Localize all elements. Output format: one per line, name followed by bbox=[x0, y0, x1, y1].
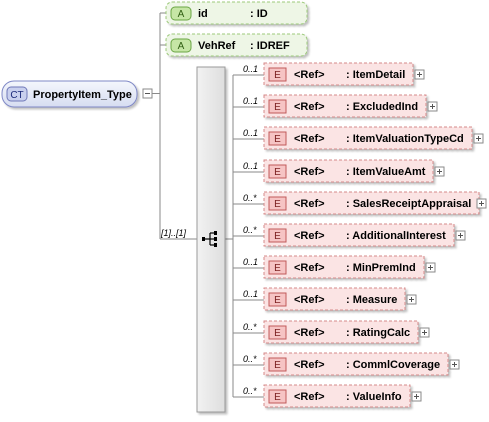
element-badge-label: E bbox=[274, 70, 281, 81]
element-badge-label: E bbox=[274, 231, 281, 242]
element-cardinality: 0..* bbox=[243, 193, 257, 203]
attribute-badge-label: A bbox=[178, 9, 185, 20]
attribute-id[interactable]: Aid : ID bbox=[160, 1, 308, 25]
element-ref: <Ref> bbox=[294, 230, 325, 242]
expand-toggle[interactable] bbox=[476, 198, 487, 209]
expand-toggle[interactable] bbox=[455, 230, 466, 241]
attribute-vehref[interactable]: A VehRef : IDREF bbox=[160, 33, 308, 57]
element-list: 0..1 E <Ref> : ItemDetail 0..1 E <Ref> : Exclud… bbox=[233, 62, 487, 408]
element-ref: <Ref> bbox=[294, 391, 325, 403]
expand-toggle[interactable] bbox=[449, 359, 460, 370]
element-cardinality: 0..1 bbox=[243, 161, 258, 171]
element-cardinality: 0..1 bbox=[243, 128, 258, 138]
element-name: : MinPremInd bbox=[346, 262, 416, 274]
element-badge-label: E bbox=[274, 360, 281, 371]
schema-diagram-canvas: CT PropertyItem_Type Aid : ID A VehRef : IDR… bbox=[0, 0, 489, 417]
element-name: : ItemValuationTypeCd bbox=[346, 133, 464, 145]
element-cardinality: 0..* bbox=[243, 354, 257, 364]
element-ref: <Ref> bbox=[294, 198, 325, 210]
element-ref: <Ref> bbox=[294, 166, 325, 178]
schema-diagram: CT PropertyItem_Type Aid : ID A VehRef : IDR… bbox=[1, 1, 487, 413]
expand-toggle[interactable] bbox=[419, 327, 430, 338]
element-name: : ItemDetail bbox=[346, 69, 405, 81]
element-minpremind[interactable]: 0..1 E <Ref> : MinPremInd bbox=[233, 255, 436, 279]
expand-toggle[interactable] bbox=[425, 262, 436, 273]
element-badge-label: E bbox=[274, 392, 281, 403]
expand-toggle[interactable] bbox=[406, 294, 417, 305]
sequence-cardinality: [1]..[1] bbox=[160, 228, 187, 238]
element-salesreceiptappraisal[interactable]: 0..* E <Ref> : SalesReceiptAppraisal bbox=[233, 191, 487, 215]
element-cardinality: 0..1 bbox=[243, 96, 258, 106]
element-cardinality: 0..1 bbox=[243, 257, 258, 267]
element-name: : SalesReceiptAppraisal bbox=[346, 198, 471, 210]
attribute-name: VehRef bbox=[198, 40, 236, 52]
element-ref: <Ref> bbox=[294, 327, 325, 339]
element-name: : AdditionalInterest bbox=[346, 230, 446, 242]
expand-toggle[interactable] bbox=[411, 391, 422, 402]
element-name: : ItemValueAmt bbox=[346, 166, 426, 178]
element-badge-label: E bbox=[274, 263, 281, 274]
element-commlcoverage[interactable]: 0..* E <Ref> : CommlCoverage bbox=[233, 352, 460, 376]
root-collapse-toggle[interactable] bbox=[142, 88, 153, 99]
element-ref: <Ref> bbox=[294, 359, 325, 371]
element-badge-label: E bbox=[274, 328, 281, 339]
element-itemvaluationtypecd[interactable]: 0..1 E <Ref> : ItemValuationTypeCd bbox=[233, 126, 484, 150]
element-badge-label: E bbox=[274, 167, 281, 178]
ct-badge-label: CT bbox=[10, 90, 23, 101]
element-itemdetail[interactable]: 0..1 E <Ref> : ItemDetail bbox=[233, 62, 425, 86]
expand-toggle[interactable] bbox=[434, 166, 445, 177]
element-ref: <Ref> bbox=[294, 69, 325, 81]
element-cardinality: 0..* bbox=[243, 225, 257, 235]
element-valueinfo[interactable]: 0..* E <Ref> : ValueInfo bbox=[233, 384, 422, 408]
attribute-type: : IDREF bbox=[250, 40, 290, 52]
attribute-badge-label: A bbox=[178, 41, 185, 52]
element-name: : ExcludedInd bbox=[346, 101, 418, 113]
element-badge-label: E bbox=[274, 295, 281, 306]
attribute-name: id bbox=[198, 8, 208, 20]
element-cardinality: 0..1 bbox=[243, 64, 258, 74]
element-badge-label: E bbox=[274, 199, 281, 210]
element-badge-label: E bbox=[274, 134, 281, 145]
element-name: : ValueInfo bbox=[346, 391, 402, 403]
expand-toggle[interactable] bbox=[427, 101, 438, 112]
element-badge-label: E bbox=[274, 102, 281, 113]
element-cardinality: 0..1 bbox=[243, 289, 258, 299]
element-name: : CommlCoverage bbox=[346, 359, 440, 371]
element-ref: <Ref> bbox=[294, 101, 325, 113]
element-ratingcalc[interactable]: 0..* E <Ref> : RatingCalc bbox=[233, 320, 430, 344]
element-cardinality: 0..* bbox=[243, 322, 257, 332]
element-itemvalueamt[interactable]: 0..1 E <Ref> : ItemValueAmt bbox=[233, 159, 445, 183]
element-name: : RatingCalc bbox=[346, 327, 410, 339]
element-ref: <Ref> bbox=[294, 294, 325, 306]
element-measure[interactable]: 0..1 E <Ref> : Measure bbox=[233, 287, 417, 311]
root-type-name: PropertyItem_Type bbox=[33, 89, 132, 101]
attribute-list: Aid : ID A VehRef : IDREF bbox=[160, 1, 308, 57]
element-ref: <Ref> bbox=[294, 133, 325, 145]
element-name: : Measure bbox=[346, 294, 397, 306]
element-ref: <Ref> bbox=[294, 262, 325, 274]
element-cardinality: 0..* bbox=[243, 386, 257, 396]
expand-toggle[interactable] bbox=[473, 133, 484, 144]
element-additionalinterest[interactable]: 0..* E <Ref> : AdditionalInterest bbox=[233, 223, 466, 247]
expand-toggle[interactable] bbox=[414, 69, 425, 80]
element-excludedind[interactable]: 0..1 E <Ref> : ExcludedInd bbox=[233, 94, 438, 118]
root-complex-type[interactable]: CT PropertyItem_Type bbox=[1, 80, 153, 108]
attribute-type: : ID bbox=[250, 8, 268, 20]
